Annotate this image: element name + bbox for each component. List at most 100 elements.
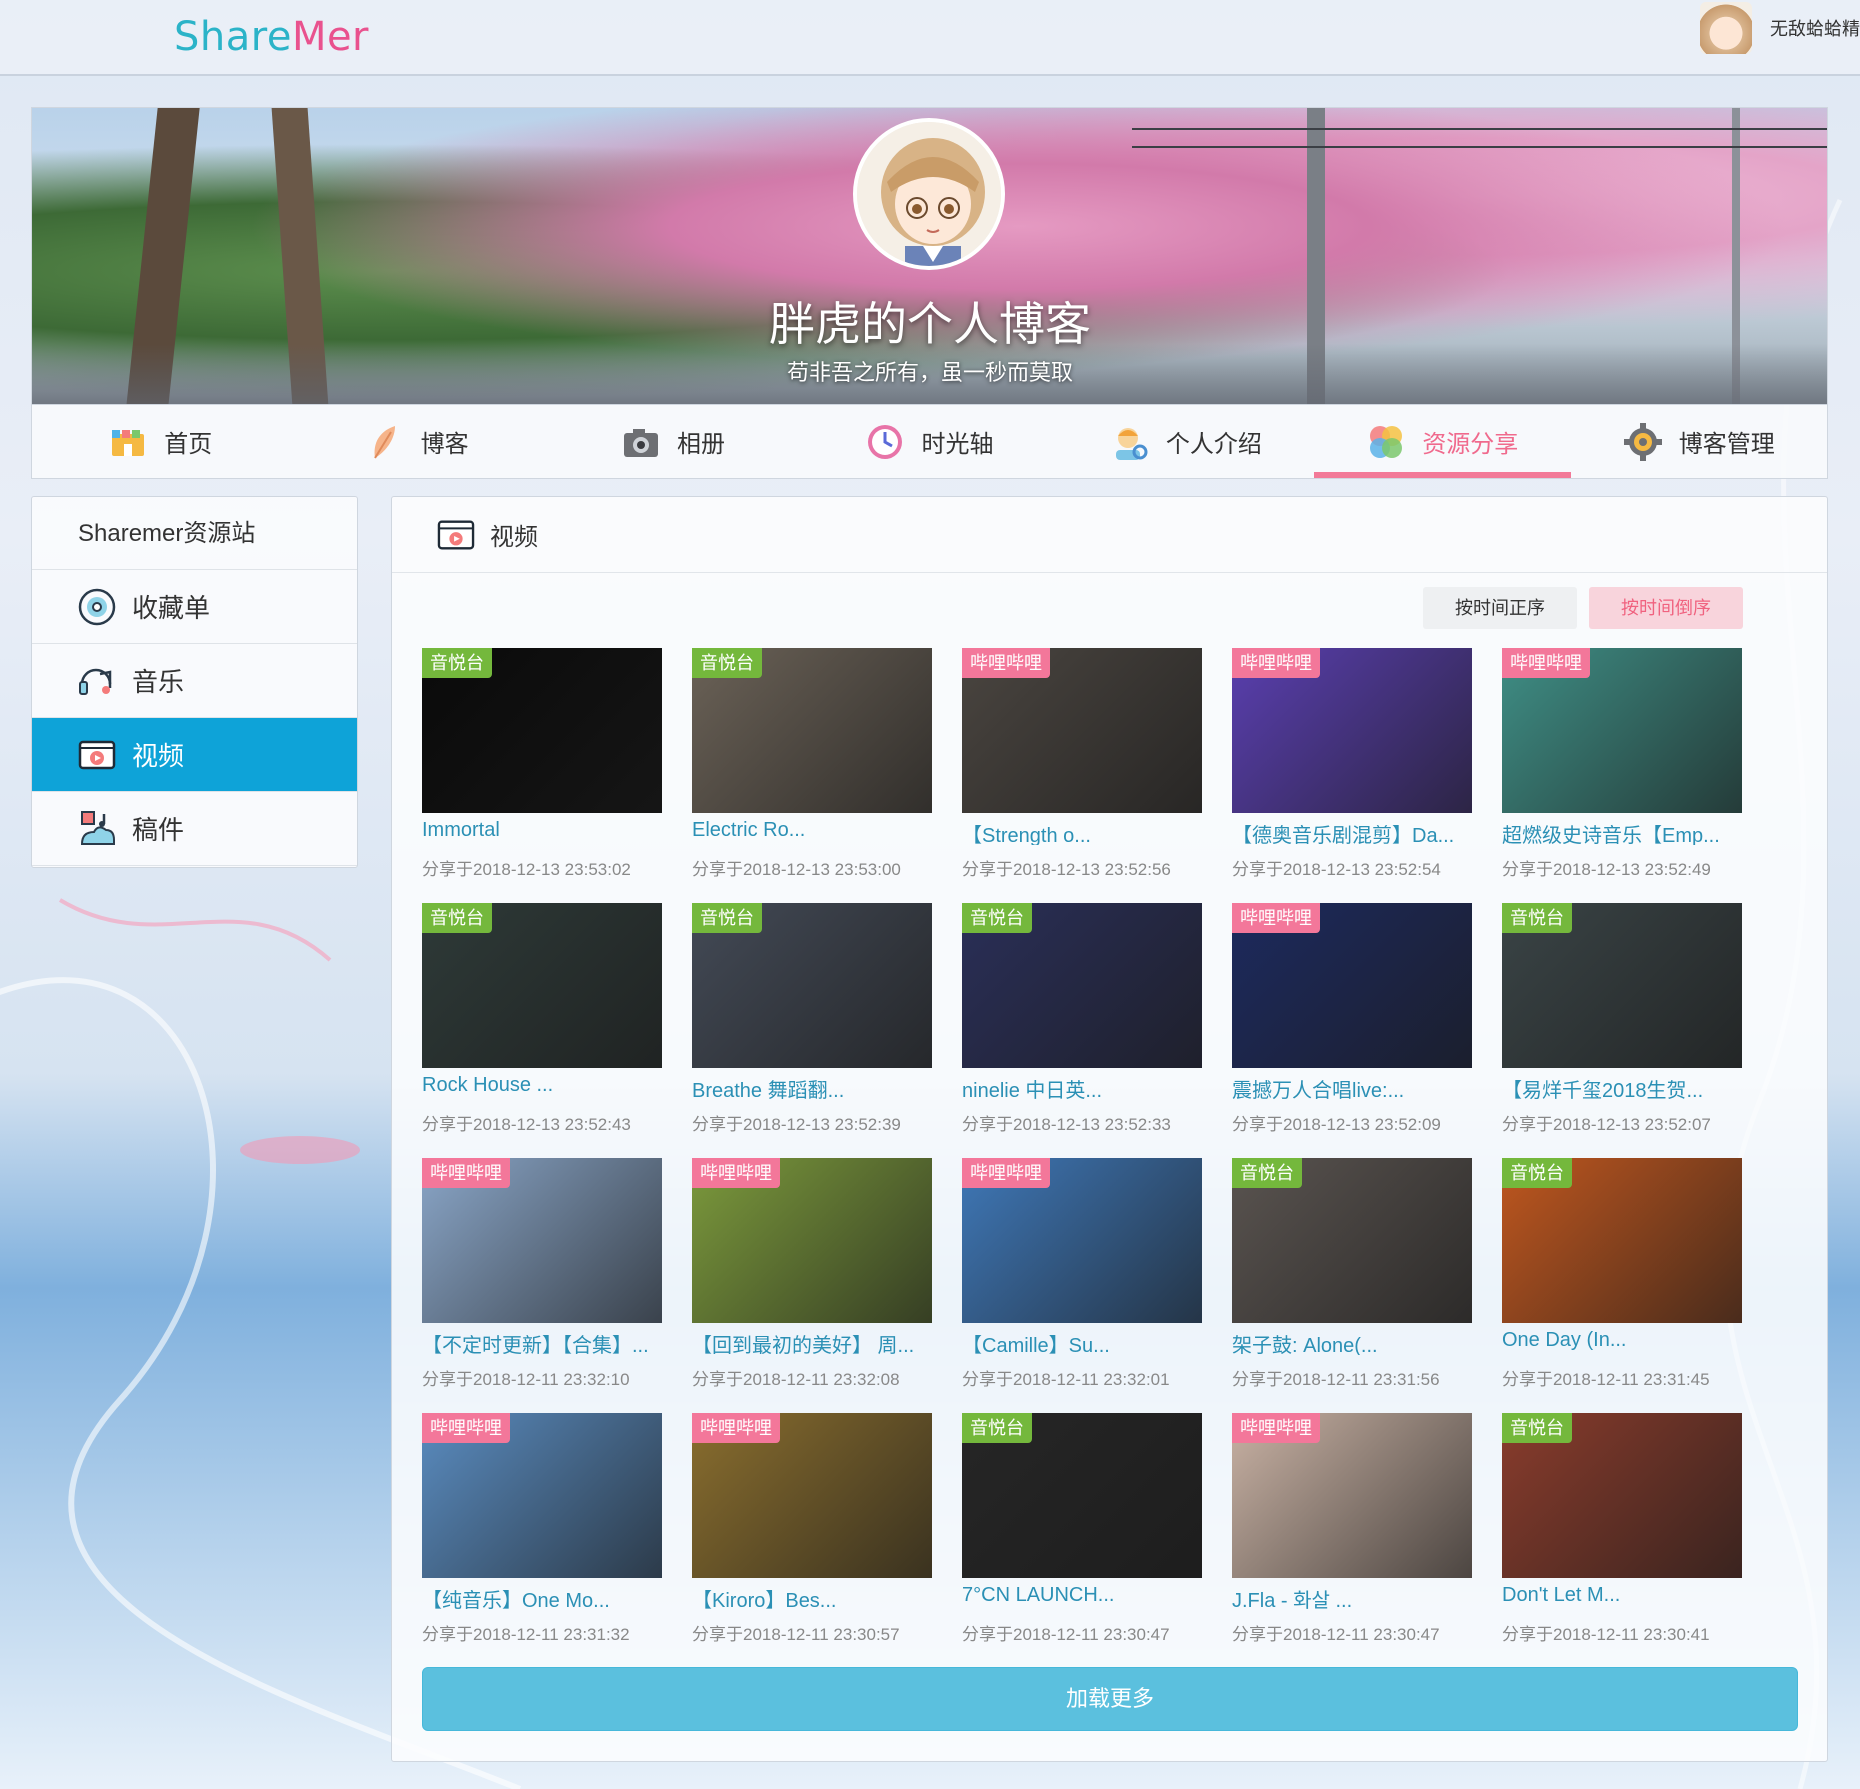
share-date: 分享于2018-12-13 23:52:54 — [1232, 860, 1441, 879]
sidebar-item-manuscript[interactable]: 稿件 — [32, 792, 357, 866]
video-thumbnail[interactable]: 音悦台 — [692, 648, 932, 813]
share-date: 分享于2018-12-13 23:52:43 — [422, 1115, 631, 1134]
nav-item-album[interactable]: 相册 — [545, 405, 801, 478]
video-title[interactable]: 【易烊千玺2018生贺... — [1502, 1074, 1742, 1100]
video-thumbnail[interactable]: 音悦台 — [962, 903, 1202, 1068]
gear-icon — [1623, 422, 1662, 461]
video-card[interactable]: 音悦台 Rock House ... 分享于2018-12-13 23:52:43 — [422, 903, 662, 1134]
share-date: 分享于2018-12-11 23:32:01 — [962, 1370, 1170, 1389]
video-thumbnail[interactable]: 哔哩哔哩 — [962, 1158, 1202, 1323]
video-thumbnail[interactable]: 哔哩哔哩 — [422, 1158, 662, 1323]
video-thumbnail[interactable]: 哔哩哔哩 — [1502, 648, 1742, 813]
video-card[interactable]: 音悦台 ninelie 中日英... 分享于2018-12-13 23:52:33 — [962, 903, 1202, 1134]
video-title[interactable]: Rock House ... — [422, 1074, 662, 1100]
video-title[interactable]: Breathe 舞蹈翻... — [692, 1074, 932, 1100]
sort-desc-button[interactable]: 按时间倒序 — [1589, 587, 1743, 629]
share-date: 分享于2018-12-13 23:52:33 — [962, 1115, 1171, 1134]
nav-item-timeline[interactable]: 时光轴 — [801, 405, 1057, 478]
video-title[interactable]: One Day (In... — [1502, 1329, 1742, 1355]
video-card[interactable]: 哔哩哔哩【Strength o... 分享于2018-12-13 23:52:56 — [962, 648, 1202, 879]
video-thumbnail[interactable]: 哔哩哔哩 — [962, 648, 1202, 813]
video-card[interactable]: 音悦台 Immortal 分享于2018-12-13 23:53:02 — [422, 648, 662, 879]
video-thumbnail[interactable]: 哔哩哔哩 — [1232, 1413, 1472, 1578]
video-thumbnail[interactable]: 音悦台 — [692, 903, 932, 1068]
user-name[interactable]: 无敌蛤蛤精 — [1770, 15, 1860, 41]
video-card[interactable]: 哔哩哔哩【德奥音乐剧混剪】Da... 分享于2018-12-13 23:52:54 — [1232, 648, 1472, 879]
video-card[interactable]: 音悦台 Don't Let M... 分享于2018-12-11 23:30:41 — [1502, 1413, 1742, 1644]
video-thumbnail[interactable]: 哔哩哔哩 — [692, 1413, 932, 1578]
video-title[interactable]: Electric Ro... — [692, 819, 932, 845]
video-thumbnail[interactable]: 音悦台 — [422, 903, 662, 1068]
video-thumbnail[interactable]: 哔哩哔哩 — [692, 1158, 932, 1323]
user-menu[interactable]: 无敌蛤蛤精 — [1700, 0, 1860, 56]
video-title[interactable]: J.Fla - 화살 ... — [1232, 1584, 1472, 1610]
video-title[interactable]: 【Kiroro】Bes... — [692, 1584, 932, 1610]
site-logo[interactable]: ShareMer — [174, 14, 369, 60]
video-thumbnail[interactable]: 音悦台 — [962, 1413, 1202, 1578]
source-badge: 哔哩哔哩 — [692, 1413, 780, 1443]
video-icon — [437, 520, 475, 549]
video-title[interactable]: 【德奥音乐剧混剪】Da... — [1232, 819, 1472, 845]
video-card[interactable]: 哔哩哔哩【Camille】Su... 分享于2018-12-11 23:32:01 — [962, 1158, 1202, 1389]
nav-item-home[interactable]: 首页 — [32, 405, 288, 478]
home-icon — [112, 429, 145, 456]
user-avatar[interactable] — [1700, 2, 1752, 54]
share-date: 分享于2018-12-13 23:52:56 — [962, 860, 1171, 879]
source-badge: 哔哩哔哩 — [422, 1413, 510, 1443]
load-more-button[interactable]: 加载更多 — [422, 1667, 1798, 1731]
video-title[interactable]: 【Camille】Su... — [962, 1329, 1202, 1355]
video-thumbnail[interactable]: 音悦台 — [1502, 1413, 1742, 1578]
video-card[interactable]: 音悦台 Electric Ro... 分享于2018-12-13 23:53:00 — [692, 648, 932, 879]
video-title[interactable]: 超燃级史诗音乐【Emp... — [1502, 819, 1742, 845]
sidebar-item-video[interactable]: 视频 — [32, 718, 357, 792]
video-card[interactable]: 哔哩哔哩 【纯音乐】One Mo... 分享于2018-12-11 23:31:32 — [422, 1413, 662, 1644]
video-thumbnail[interactable]: 哔哩哔哩 — [1232, 903, 1472, 1068]
nav-item-resources[interactable]: 资源分享 — [1314, 405, 1571, 478]
video-title[interactable]: 【回到最初的美好】 周... — [692, 1329, 932, 1355]
video-title[interactable]: 【不定时更新】【合集】... — [422, 1329, 662, 1355]
source-badge: 哔哩哔哩 — [1232, 903, 1320, 933]
sidebar-item-favorites[interactable]: 收藏单 — [32, 570, 357, 644]
video-title[interactable]: 架子鼓: Alone(... — [1232, 1329, 1472, 1355]
source-badge: 哔哩哔哩 — [962, 648, 1050, 678]
source-badge: 音悦台 — [962, 1413, 1032, 1443]
nav-item-label: 博客管理 — [1678, 431, 1775, 458]
video-card[interactable]: 音悦台 One Day (In... 分享于2018-12-11 23:31:45 — [1502, 1158, 1742, 1389]
video-title[interactable]: ninelie 中日英... — [962, 1074, 1202, 1100]
video-card[interactable]: 音悦台 Breathe 舞蹈翻... 分享于2018-12-13 23:52:39 — [692, 903, 932, 1134]
video-thumbnail[interactable]: 音悦台 — [1502, 903, 1742, 1068]
video-card[interactable]: 哔哩哔哩 【不定时更新】【合集】... 分享于2018-12-11 23:32:10 — [422, 1158, 662, 1389]
video-card[interactable]: 音悦台 架子鼓: Alone(... 分享于2018-12-11 23:31:56 — [1232, 1158, 1472, 1389]
sidebar-title: Sharemer资源站 — [32, 497, 357, 570]
video-title[interactable]: Don't Let M... — [1502, 1584, 1742, 1610]
blog-owner-avatar[interactable] — [853, 118, 1005, 270]
video-card[interactable]: 哔哩哔哩 【回到最初的美好】 周... 分享于2018-12-11 23:32:08 — [692, 1158, 932, 1389]
source-badge: 哔哩哔哩 — [962, 1158, 1050, 1188]
video-title[interactable]: 【Strength o... — [962, 819, 1202, 845]
video-card[interactable]: 哔哩哔哩【Kiroro】Bes... 分享于2018-12-11 23:30:57 — [692, 1413, 932, 1644]
sort-asc-button[interactable]: 按时间正序 — [1423, 587, 1577, 629]
video-title[interactable]: 【纯音乐】One Mo... — [422, 1584, 662, 1610]
nav-item-admin[interactable]: 博客管理 — [1571, 405, 1827, 478]
video-thumbnail[interactable]: 哔哩哔哩 — [1232, 648, 1472, 813]
sidebar-item-music[interactable]: 音乐 — [32, 644, 357, 718]
nav-item-about[interactable]: 个人介绍 — [1058, 405, 1314, 478]
source-badge: 音悦台 — [1502, 1413, 1572, 1443]
video-thumbnail[interactable]: 哔哩哔哩 — [422, 1413, 662, 1578]
video-card[interactable]: 哔哩哔哩 超燃级史诗音乐【Emp... 分享于2018-12-13 23:52:49 — [1502, 648, 1742, 879]
video-card[interactable]: 哔哩哔哩 J.Fla - 화살 ... 分享于2018-12-11 23:30:47 — [1232, 1413, 1472, 1644]
video-title[interactable]: 震撼万人合唱live:... — [1232, 1074, 1472, 1100]
video-title[interactable]: 7°CN LAUNCH... — [962, 1584, 1202, 1610]
video-card[interactable]: 音悦台 【易烊千玺2018生贺... 分享于2018-12-13 23:52:07 — [1502, 903, 1742, 1134]
nav-item-blog[interactable]: 博客 — [288, 405, 544, 478]
share-date: 分享于2018-12-11 23:30:57 — [692, 1625, 900, 1644]
video-thumbnail[interactable]: 音悦台 — [422, 648, 662, 813]
video-title[interactable]: Immortal — [422, 819, 662, 845]
main-nav: 首页 博客 相册 时光轴 个人介绍 资源分享 博客管理 — [31, 405, 1828, 479]
video-thumbnail[interactable]: 音悦台 — [1502, 1158, 1742, 1323]
video-card[interactable]: 音悦台 7°CN LAUNCH... 分享于2018-12-11 23:30:47 — [962, 1413, 1202, 1644]
sidebar-item-label: 视频 — [132, 741, 185, 771]
video-thumbnail[interactable]: 音悦台 — [1232, 1158, 1472, 1323]
panel-header: 视频 — [392, 497, 1827, 573]
video-card[interactable]: 哔哩哔哩 震撼万人合唱live:... 分享于2018-12-13 23:52:09 — [1232, 903, 1472, 1134]
